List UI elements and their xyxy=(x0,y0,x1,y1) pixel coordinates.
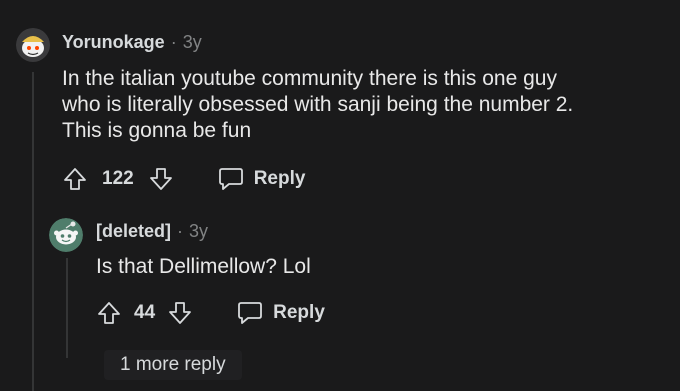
avatar-deleted[interactable] xyxy=(49,218,83,252)
arrow-up-icon xyxy=(64,168,86,190)
arrow-up-icon xyxy=(98,302,120,324)
arrow-down-icon xyxy=(149,168,172,190)
thread-line-main[interactable] xyxy=(32,72,34,391)
speech-bubble-icon xyxy=(218,168,243,190)
comment-body-line: In the italian youtube community there i… xyxy=(62,67,557,90)
snoo-avatar-icon xyxy=(49,218,83,252)
comment-body-line: This is gonna be fun xyxy=(62,119,252,142)
more-replies-button[interactable]: 1 more reply xyxy=(104,350,242,380)
vote-count: 122 xyxy=(102,168,134,189)
username-link[interactable]: Yorunokage xyxy=(62,32,165,53)
meta-separator: · xyxy=(177,221,184,241)
reply-button[interactable]: Reply xyxy=(237,301,325,325)
comment-age[interactable]: 3y xyxy=(189,221,208,242)
comment-body: In the italian youtube community there i… xyxy=(62,66,662,144)
comment-header: Yorunokage · 3y xyxy=(62,32,202,53)
arrow-down-icon xyxy=(169,302,192,324)
vote-count: 44 xyxy=(134,302,156,323)
comment-header: [deleted] · 3y xyxy=(96,221,208,242)
downvote-button[interactable] xyxy=(148,166,174,192)
downvote-button[interactable] xyxy=(167,300,193,326)
comment-actions: 44 Reply xyxy=(96,300,325,326)
reply-label: Reply xyxy=(253,168,306,189)
reply-button[interactable]: Reply xyxy=(218,167,306,191)
username-deleted: [deleted] xyxy=(96,221,172,241)
comment-body-line: who is literally obsessed with sanji bei… xyxy=(62,93,574,116)
comment-age[interactable]: 3y xyxy=(183,32,202,53)
comment-actions: 122 Reply xyxy=(62,166,305,192)
snoo-avatar-icon xyxy=(16,28,50,62)
speech-bubble-icon xyxy=(238,302,263,324)
thread-line-reply[interactable] xyxy=(66,258,68,358)
upvote-button[interactable] xyxy=(62,166,88,192)
meta-separator: · xyxy=(170,32,177,52)
avatar-yorunokage[interactable] xyxy=(16,28,50,62)
comment-body: Is that Dellimellow? Lol xyxy=(96,255,311,278)
reply-label: Reply xyxy=(273,302,325,323)
upvote-button[interactable] xyxy=(96,300,122,326)
